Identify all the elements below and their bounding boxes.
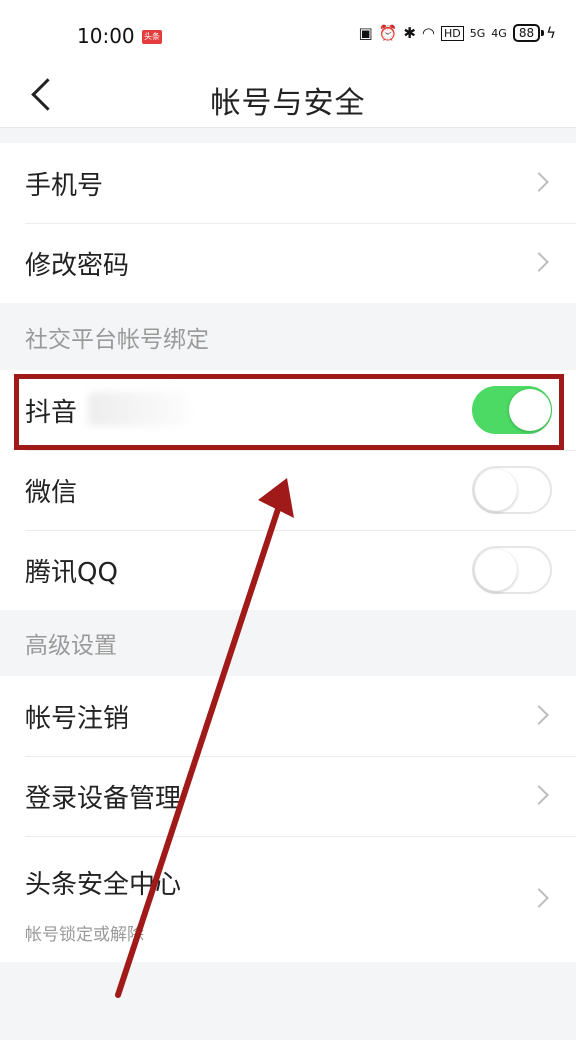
chevron-right-icon [529,172,549,192]
status-bar: 10:00 头条 ▣ ⏰ ✱ ◠ HD 5G 4G 88 ϟ [0,0,576,66]
app-notification-badge: 头条 [142,30,162,44]
account-group: 手机号 修改密码 [0,143,576,303]
qq-toggle[interactable] [472,546,552,594]
nfc-icon: ▣ [358,24,373,42]
security-center-row[interactable]: 头条安全中心 帐号锁定或解除 [0,836,576,962]
douyin-label: 抖音 [25,397,78,428]
signal-4g-icon: 4G [491,26,507,40]
chevron-right-icon [529,785,549,805]
security-center-label: 头条安全中心 [25,870,182,900]
wechat-toggle[interactable] [472,466,552,514]
wifi-icon: ◠ [421,24,435,42]
qq-label: 腾讯QQ [25,557,118,588]
deactivate-account-label: 帐号注销 [25,703,130,734]
chevron-right-icon [529,705,549,725]
page-title: 帐号与安全 [210,86,366,121]
advanced-group: 帐号注销 登录设备管理 头条安全中心 帐号锁定或解除 [0,676,576,962]
toggle-knob [475,549,517,591]
device-management-row[interactable]: 登录设备管理 [0,756,576,836]
qq-row: 腾讯QQ [0,530,576,610]
status-icons: ▣ ⏰ ✱ ◠ HD 5G 4G 88 ϟ [358,24,556,42]
alarm-icon: ⏰ [378,24,398,42]
phone-label: 手机号 [25,170,104,201]
douyin-toggle[interactable] [472,386,552,434]
hd-icon: HD [441,25,464,41]
nav-bar: 帐号与安全 [0,66,576,128]
douyin-row: 抖音 [0,370,576,450]
blurred-account-name [88,392,188,426]
social-group: 抖音 微信 腾讯QQ [0,370,576,610]
toggle-knob [475,469,517,511]
security-center-subtitle: 帐号锁定或解除 [25,925,144,945]
wechat-label: 微信 [25,477,78,508]
advanced-section-header: 高级设置 [0,610,576,676]
bluetooth-icon: ✱ [403,24,416,42]
device-management-label: 登录设备管理 [25,783,182,814]
charging-icon: ϟ [546,24,556,42]
change-password-row[interactable]: 修改密码 [0,223,576,303]
status-time: 10:00 [77,24,135,48]
change-password-label: 修改密码 [25,250,130,281]
phone-row[interactable]: 手机号 [0,143,576,223]
deactivate-account-row[interactable]: 帐号注销 [0,676,576,756]
signal-5g-icon: 5G [469,26,486,40]
battery-icon: 88 [512,24,545,42]
toggle-knob [509,389,551,431]
chevron-right-icon [529,252,549,272]
social-section-header: 社交平台帐号绑定 [0,304,576,370]
wechat-row: 微信 [0,450,576,530]
chevron-right-icon [529,888,549,908]
